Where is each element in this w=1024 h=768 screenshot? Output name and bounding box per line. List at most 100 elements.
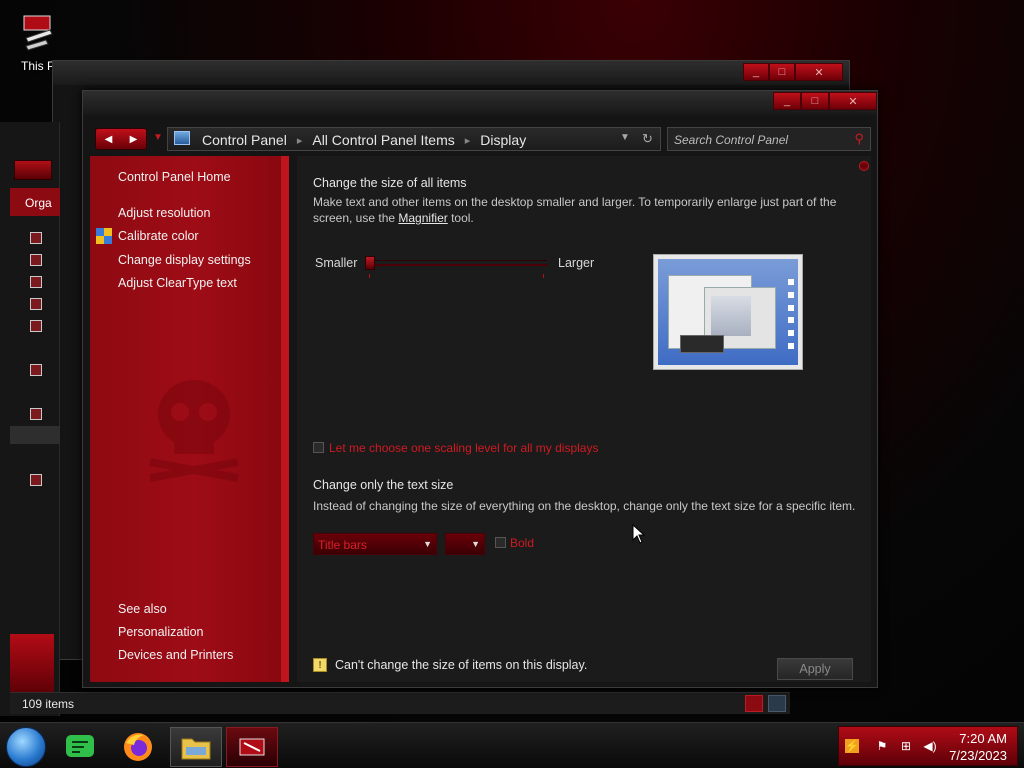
main-content: Change the size of all items Make text a… (297, 156, 871, 682)
size-heading: Change the size of all items (313, 176, 467, 190)
minimize-button[interactable]: _ (773, 92, 801, 110)
window-titlebar[interactable] (83, 91, 877, 115)
explorer-nav-buttons[interactable] (14, 160, 52, 180)
clock-date: 7/23/2023 (949, 748, 1007, 763)
background-window-titlebar[interactable] (53, 61, 849, 85)
control-panel-icon (174, 131, 190, 145)
sidebar-link-adjust-cleartype[interactable]: Adjust ClearType text (118, 276, 237, 290)
address-bar[interactable]: Control Panel ▸ All Control Panel Items … (167, 127, 661, 151)
explorer-sidebar-icon[interactable] (30, 254, 42, 266)
display-control-panel-window[interactable]: _ □ ✕ ◀ ▶ ▼ Control Panel ▸ All Control … (82, 90, 878, 688)
this-pc-icon (23, 15, 53, 51)
explorer-sidebar-icon[interactable] (30, 408, 42, 420)
preview-screen (658, 259, 798, 365)
text-size-heading: Change only the text size (313, 478, 454, 492)
volume-icon[interactable]: ◀) (923, 739, 937, 753)
breadcrumb-control-panel[interactable]: Control Panel (202, 132, 287, 148)
file-explorer-icon[interactable] (170, 727, 222, 767)
skull-watermark-icon (149, 380, 239, 482)
background-explorer-window[interactable]: Orga (0, 122, 60, 716)
close-button[interactable]: ✕ (829, 92, 877, 110)
text-size-select[interactable]: ▼ (445, 533, 485, 555)
firefox-glyph (124, 733, 152, 761)
chevron-down-icon: ▼ (423, 539, 432, 549)
bold-checkbox[interactable] (495, 537, 506, 548)
breadcrumb: Control Panel ▸ All Control Panel Items … (202, 132, 526, 148)
scaling-checkbox[interactable] (313, 442, 324, 453)
bg-maximize-button[interactable]: □ (769, 63, 795, 81)
preview-icons (788, 279, 794, 349)
slider-tick (543, 274, 544, 278)
item-select[interactable]: Title bars ▼ (313, 533, 437, 555)
firefox-icon[interactable] (112, 727, 164, 767)
breadcrumb-all-items[interactable]: All Control Panel Items (312, 132, 454, 148)
explorer-sidebar-icon[interactable] (30, 298, 42, 310)
explorer-selected-item[interactable] (10, 426, 60, 444)
magnifier-link[interactable]: Magnifier (398, 211, 447, 225)
sidebar-link-calibrate-color[interactable]: Calibrate color (118, 229, 199, 243)
breadcrumb-separator-icon[interactable]: ▸ (465, 132, 471, 148)
address-history-chevron-icon[interactable]: ▼ (620, 132, 630, 143)
slider-max-label: Larger (558, 256, 595, 270)
item-count: 109 items (22, 697, 75, 711)
apply-button[interactable]: Apply (777, 658, 853, 680)
slider-min-label: Smaller (315, 256, 358, 270)
organize-button[interactable]: Orga (10, 188, 60, 216)
help-icon[interactable] (859, 161, 869, 171)
clock[interactable]: 7:20 AM 7/23/2023 (949, 730, 1007, 764)
sidebar: Control Panel Home Adjust resolution Cal… (90, 156, 289, 682)
preview-window-content (711, 296, 751, 336)
sidebar-link-adjust-resolution[interactable]: Adjust resolution (118, 206, 210, 220)
explorer-thumbnail[interactable] (10, 634, 54, 692)
explorer-sidebar-icon[interactable] (30, 320, 42, 332)
control-panel-glyph (239, 738, 265, 756)
explorer-sidebar-icon[interactable] (30, 232, 42, 244)
system-tray: ⚡ ⚑ ⊞ ◀) 7:20 AM 7/23/2023 (838, 726, 1018, 766)
explorer-sidebar-icon[interactable] (30, 276, 42, 288)
sidebar-link-devices-printers[interactable]: Devices and Printers (118, 648, 233, 662)
size-description: Make text and other items on the desktop… (313, 194, 853, 226)
action-center-flag-icon[interactable]: ⚑ (875, 739, 889, 753)
info-warning-icon: ! (313, 658, 327, 672)
network-icon[interactable]: ⊞ (899, 739, 913, 753)
messaging-app-glyph (66, 735, 94, 757)
recent-pages-dropdown-icon[interactable]: ▼ (153, 132, 163, 143)
bg-minimize-button[interactable]: _ (743, 63, 769, 81)
size-description-text-end: tool. (447, 211, 474, 225)
folder-glyph (181, 738, 211, 760)
bold-label[interactable]: Bold (510, 536, 534, 550)
explorer-sidebar-icon[interactable] (30, 474, 42, 486)
size-slider-track[interactable] (367, 260, 547, 266)
messaging-app-icon[interactable] (54, 727, 106, 767)
explorer-sidebar-icon[interactable] (30, 364, 42, 376)
sidebar-link-control-panel-home[interactable]: Control Panel Home (118, 170, 231, 184)
shield-icon (96, 228, 112, 244)
clock-time: 7:20 AM (959, 731, 1007, 746)
bg-close-button[interactable]: ✕ (795, 63, 843, 81)
refresh-icon[interactable]: ↻ (642, 131, 653, 147)
sidebar-link-change-display-settings[interactable]: Change display settings (118, 253, 251, 267)
see-also-heading: See also (118, 602, 167, 616)
scaling-checkbox-label[interactable]: Let me choose one scaling level for all … (329, 441, 598, 455)
windows-orb-icon[interactable] (6, 727, 46, 767)
nav-buttons: ◀ ▶ (95, 128, 147, 150)
maximize-button[interactable]: □ (801, 92, 829, 110)
back-arrow-icon[interactable]: ◀ (96, 129, 121, 149)
chevron-down-icon: ▼ (471, 539, 480, 549)
display-preview-image (653, 254, 803, 370)
size-slider-thumb[interactable] (365, 256, 375, 270)
sidebar-link-personalization[interactable]: Personalization (118, 625, 203, 639)
search-icon[interactable]: ⚲ (854, 131, 864, 147)
breadcrumb-separator-icon[interactable]: ▸ (297, 132, 303, 148)
search-box[interactable]: ⚲ (667, 127, 871, 151)
mouse-cursor-icon (632, 524, 646, 544)
search-input[interactable] (674, 132, 844, 147)
tray-app-icon[interactable]: ⚡ (845, 739, 859, 753)
control-panel-icon[interactable] (226, 727, 278, 767)
details-view-icon[interactable] (745, 695, 763, 712)
warning-message: Can't change the size of items on this d… (335, 658, 588, 672)
large-icons-view-icon[interactable] (768, 695, 786, 712)
forward-arrow-icon[interactable]: ▶ (121, 129, 146, 149)
breadcrumb-display[interactable]: Display (480, 132, 526, 148)
explorer-status-bar: 109 items (10, 692, 790, 714)
